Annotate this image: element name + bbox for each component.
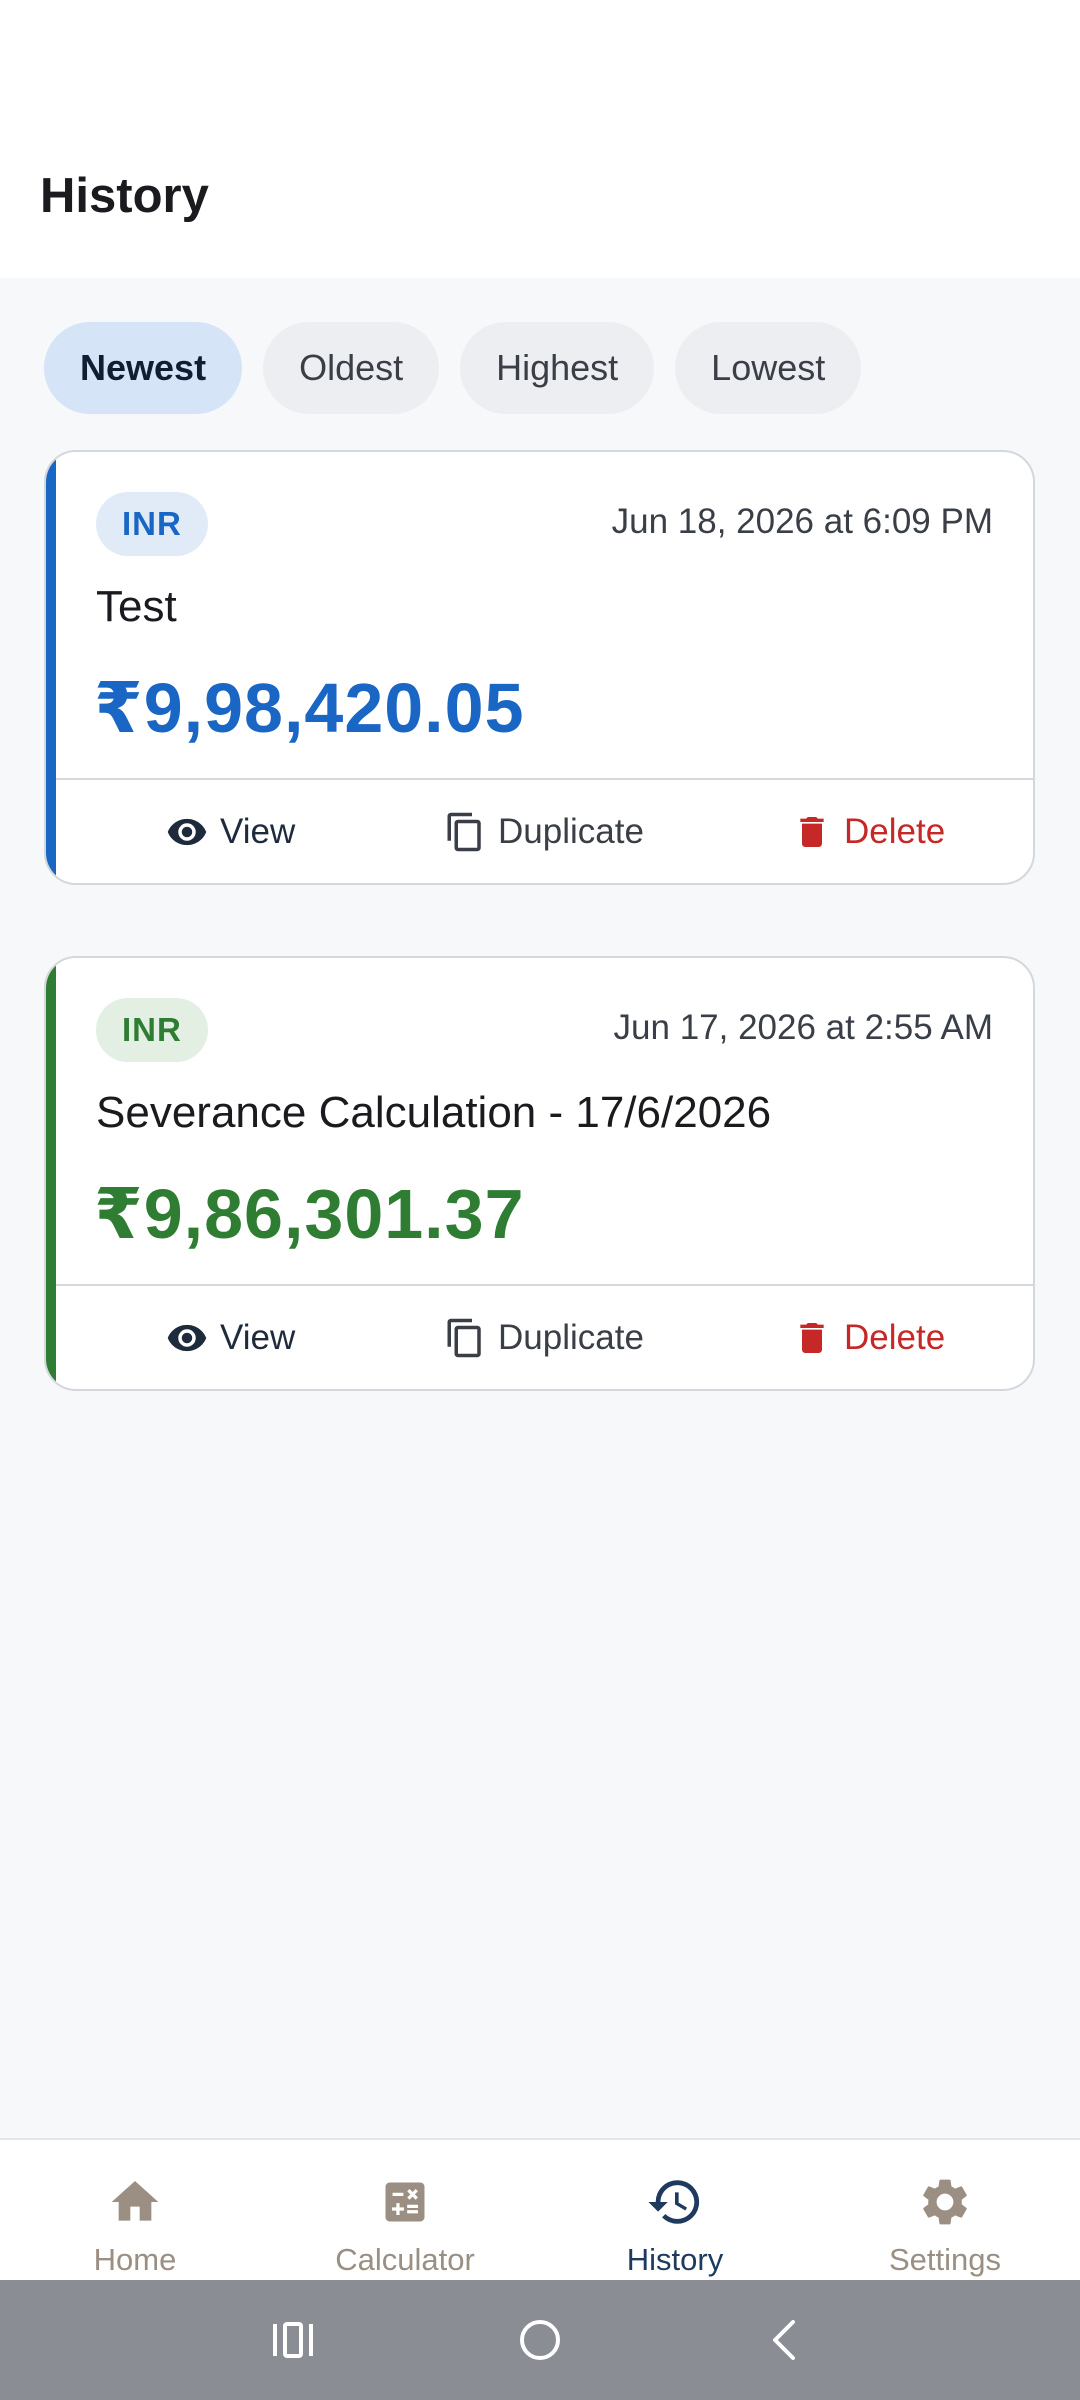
duplicate-label: Duplicate [498,1317,644,1357]
card-title: Test [96,582,177,631]
home-system-button[interactable] [480,2280,600,2400]
view-button[interactable]: View [166,780,295,883]
card-amount: ₹9,98,420.05 [94,669,525,747]
bottom-navigation: Home Calculator History Settings [0,2138,1080,2280]
eye-icon [167,1324,207,1351]
card-actions: View Duplicate Delete [56,780,1033,883]
card-actions: View Duplicate Delete [56,1286,1033,1389]
copy-icon [447,812,481,851]
view-button[interactable]: View [166,1286,295,1389]
delete-button[interactable]: Delete [792,780,945,883]
delete-button[interactable]: Delete [792,1286,945,1389]
back-system-button[interactable] [724,2280,844,2400]
card-accent-bar [46,958,56,1389]
system-navigation-bar [0,2280,1080,2400]
recent-apps-button[interactable] [233,2280,353,2400]
calculator-icon [379,2172,431,2232]
home-icon [107,2172,163,2232]
nav-label-home: Home [93,2242,177,2277]
view-label: View [220,811,296,851]
delete-label: Delete [844,1317,946,1357]
card-title: Severance Calculation - 17/6/2026 [96,1088,772,1137]
nav-item-settings[interactable]: Settings [810,2140,1080,2282]
trash-icon [800,816,824,847]
view-label: View [220,1317,296,1357]
currency-badge: INR [96,492,208,556]
delete-label: Delete [844,811,946,851]
app-root: History Newest Oldest Highest Lowest INR… [0,0,1080,2400]
card-accent-bar [46,452,56,883]
filter-chip-newest[interactable]: Newest [44,322,243,414]
nav-item-home[interactable]: Home [0,2140,270,2282]
gear-icon [917,2172,973,2232]
nav-item-history[interactable]: History [540,2140,810,2282]
nav-label-history: History [626,2242,724,2277]
nav-label-calculator: Calculator [335,2242,475,2277]
back-icon [773,2320,795,2360]
filter-chip-oldest[interactable]: Oldest [263,322,440,414]
history-icon [646,2172,704,2232]
duplicate-label: Duplicate [498,811,644,851]
recent-apps-icon [273,2322,313,2358]
card-date: Jun 17, 2026 at 2:55 AM [613,1008,993,1047]
home-circle-icon [520,2320,560,2360]
card-amount: ₹9,86,301.37 [94,1175,525,1253]
nav-label-settings: Settings [888,2242,1001,2277]
filter-chip-highest[interactable]: Highest [460,322,655,414]
nav-item-calculator[interactable]: Calculator [270,2140,540,2282]
filter-chip-lowest[interactable]: Lowest [675,322,862,414]
app-header: History [0,0,1080,278]
duplicate-button[interactable]: Duplicate [444,1286,644,1389]
sort-filter-bar: Newest Oldest Highest Lowest [44,322,862,414]
trash-icon [800,1322,824,1353]
history-card[interactable]: INR Jun 18, 2026 at 6:09 PM Test ₹9,98,4… [44,450,1035,885]
eye-icon [167,818,207,845]
copy-icon [447,1318,481,1357]
duplicate-button[interactable]: Duplicate [444,780,644,883]
currency-badge: INR [96,998,208,1062]
history-card[interactable]: INR Jun 17, 2026 at 2:55 AM Severance Ca… [44,956,1035,1391]
card-date: Jun 18, 2026 at 6:09 PM [611,502,993,541]
page-title: History [40,169,209,223]
